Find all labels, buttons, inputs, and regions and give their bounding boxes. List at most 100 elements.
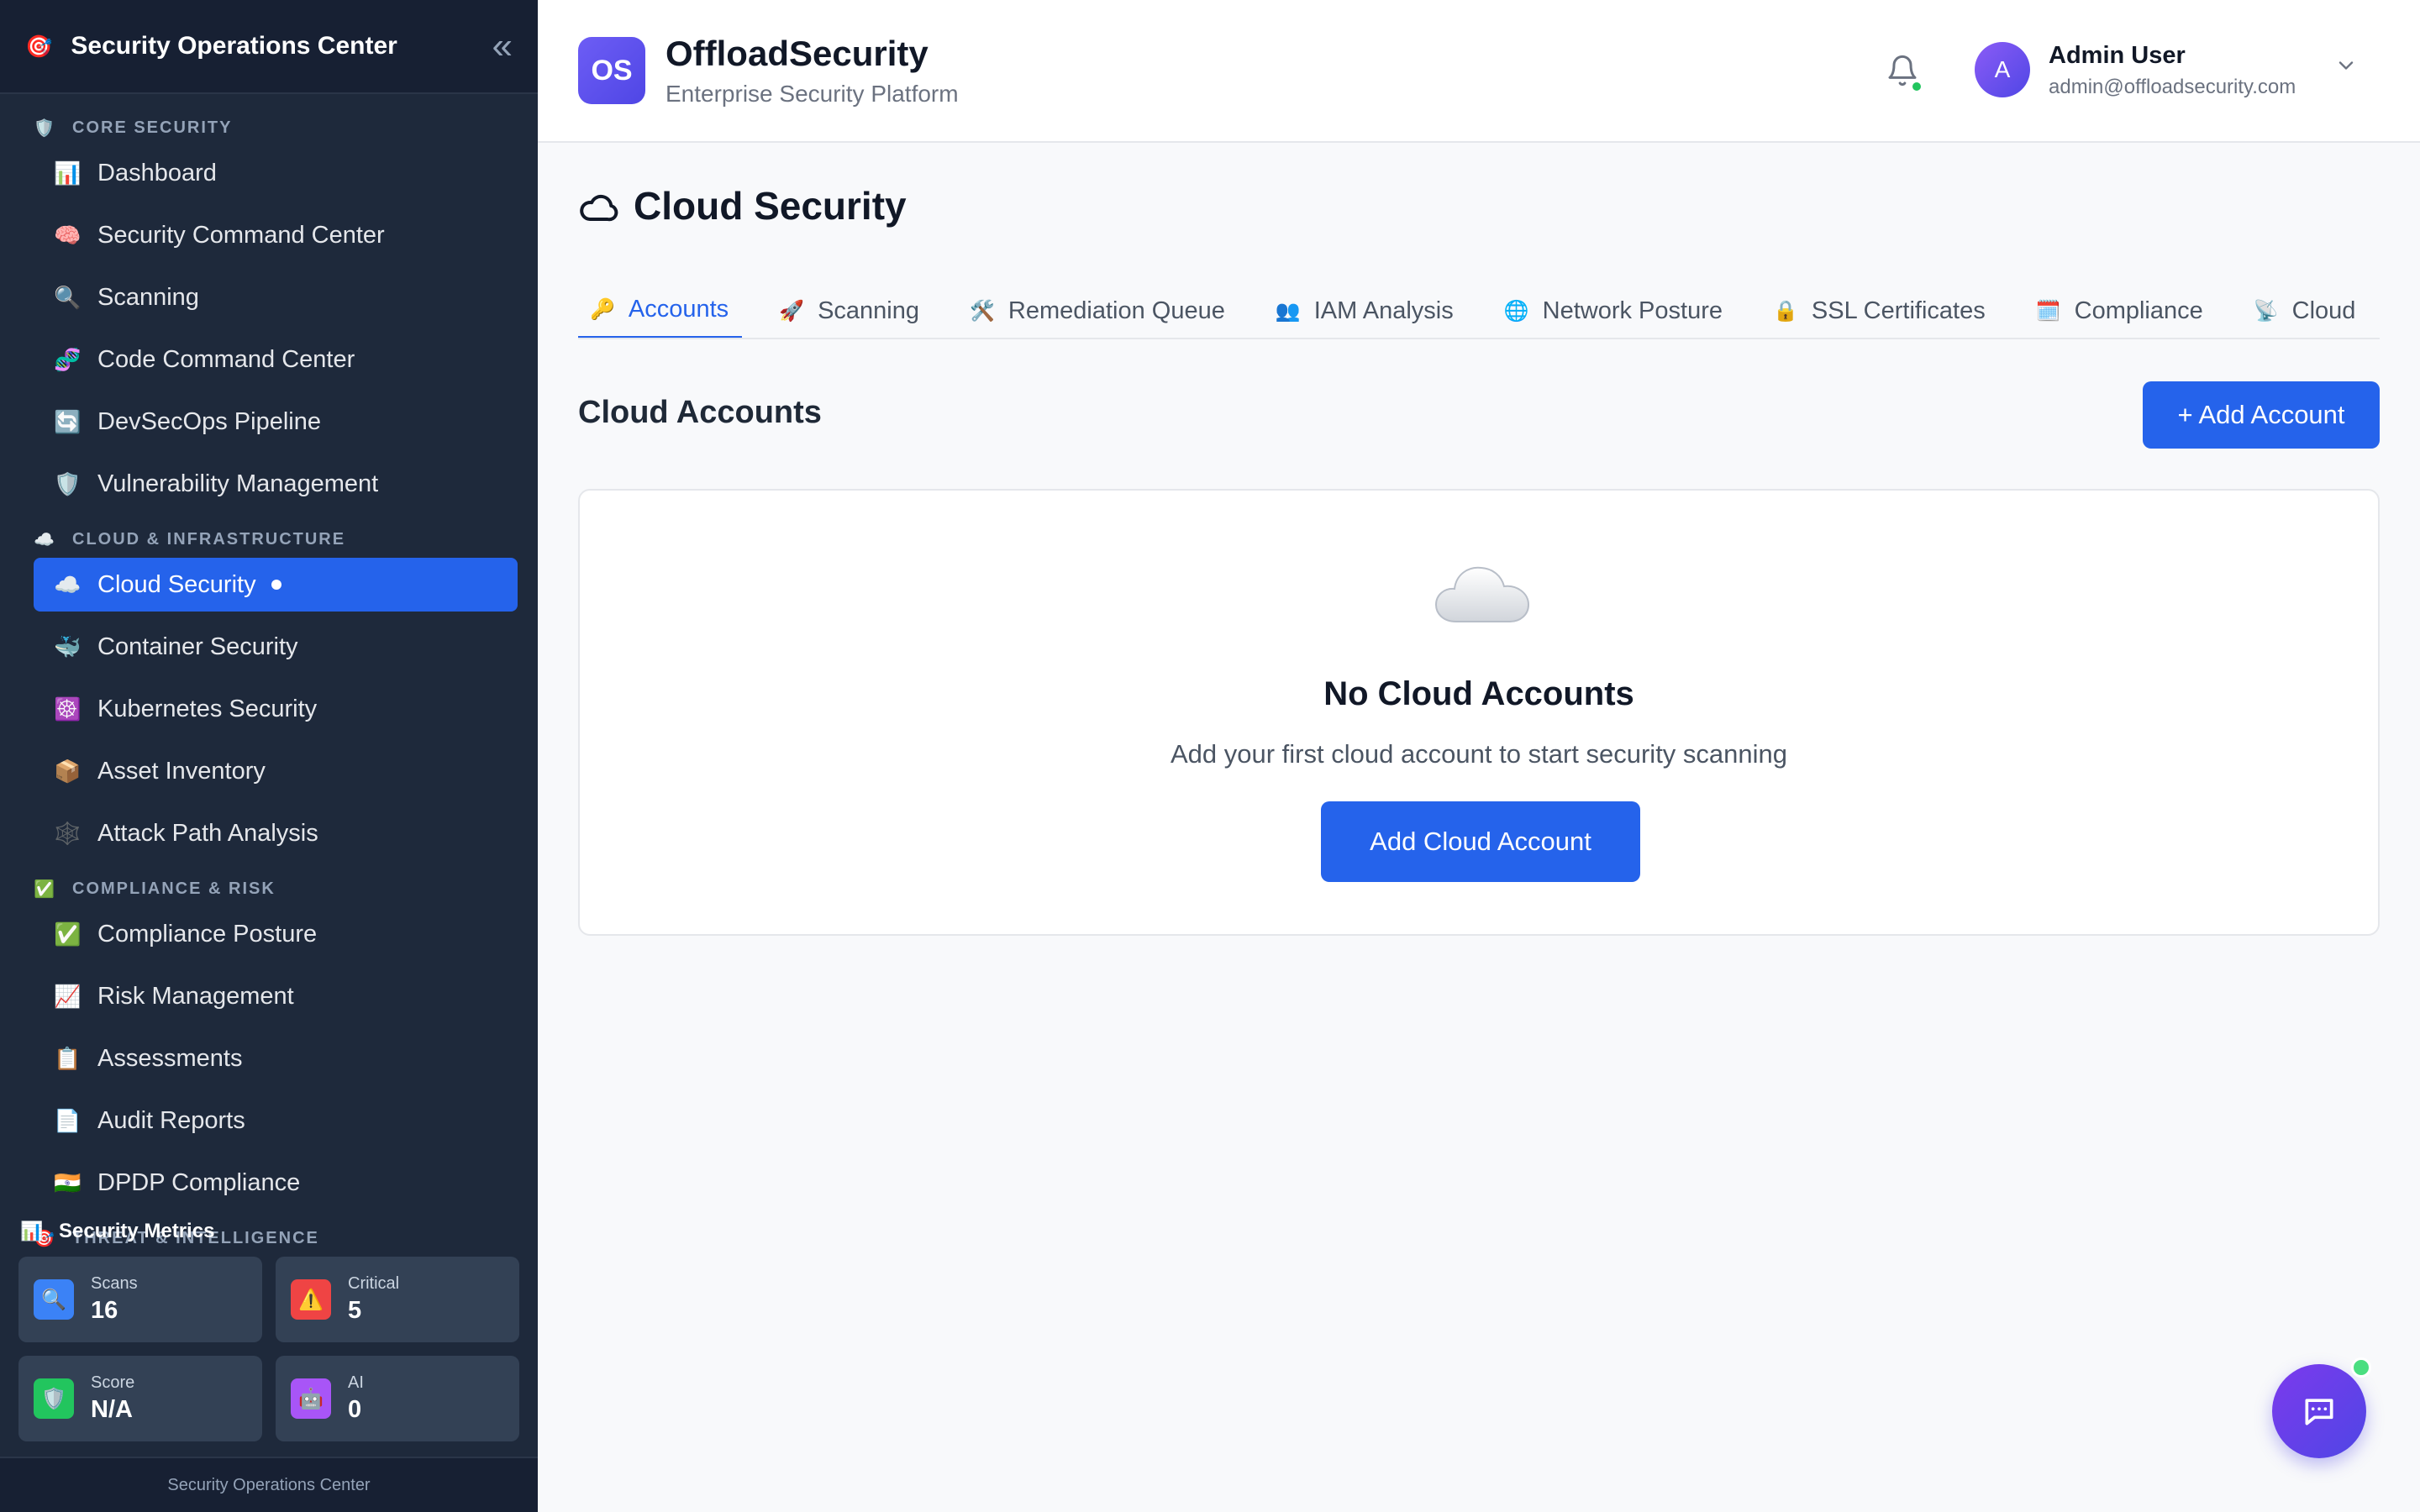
chevron-down-icon[interactable]	[2334, 54, 2358, 84]
add-cloud-account-button[interactable]: Add Cloud Account	[1321, 801, 1640, 882]
tab-icon: 👥	[1275, 299, 1301, 323]
sidebar-item-label: Compliance Posture	[97, 920, 318, 948]
sidebar-item-kubernetes-security[interactable]: ☸️ Kubernetes Security	[34, 682, 518, 736]
empty-state-card: No Cloud Accounts Add your first cloud a…	[578, 489, 2380, 936]
add-account-button[interactable]: + Add Account	[2143, 381, 2380, 449]
assessments-icon: 📋	[54, 1045, 82, 1071]
sidebar-item-cloud-security[interactable]: ☁️ Cloud Security	[34, 558, 518, 612]
sidebar-item-label: Kubernetes Security	[97, 695, 318, 722]
sidebar-item-attack-path-analysis[interactable]: 🕸️ Attack Path Analysis	[34, 806, 518, 860]
code-command-center-icon: 🧬	[54, 346, 82, 372]
tab-icon: 🔒	[1773, 299, 1798, 323]
top-header: OS OffloadSecurity Enterprise Security P…	[538, 0, 2420, 143]
sidebar-item-container-security[interactable]: 🐳 Container Security	[34, 620, 518, 674]
sidebar-item-label: Container Security	[97, 633, 298, 660]
empty-state-subtitle: Add your first cloud account to start se…	[1170, 739, 1788, 769]
metrics-grid: 🔍 Scans 16 ⚠️ Critical 5 🛡️ Score N/A 🤖 …	[18, 1257, 519, 1441]
metric-value: 0	[348, 1396, 362, 1423]
sidebar-item-label: Scanning	[97, 283, 199, 311]
section-header-cloud-and-infrastructure: ☁️ CLOUD & INFRASTRUCTURE	[0, 524, 538, 554]
chat-button[interactable]	[2272, 1364, 2366, 1458]
metric-label: Score	[91, 1373, 135, 1392]
tab-label: Accounts	[628, 295, 729, 323]
compliance-posture-icon: ✅	[54, 921, 82, 947]
metric-label: AI	[348, 1373, 364, 1392]
sidebar-item-dashboard[interactable]: 📊 Dashboard	[34, 146, 518, 200]
collapse-sidebar-icon[interactable]: «	[492, 28, 513, 65]
sidebar: 🎯 Security Operations Center « 🛡️ CORE SE…	[0, 0, 538, 1512]
kubernetes-security-icon: ☸️	[54, 696, 82, 722]
metric-ai[interactable]: 🤖 AI 0	[276, 1356, 519, 1441]
sidebar-item-audit-reports[interactable]: 📄 Audit Reports	[34, 1094, 518, 1147]
tab-label: SSL Certificates	[1811, 297, 1986, 324]
sidebar-item-label: Cloud Security	[97, 570, 256, 598]
page-title: Cloud Security	[634, 184, 907, 228]
sidebar-item-label: Dashboard	[97, 159, 217, 186]
sidebar-item-security-command-center[interactable]: 🧠 Security Command Center	[34, 208, 518, 262]
vulnerability-management-icon: 🛡️	[54, 470, 82, 496]
brand-logo[interactable]: OS	[578, 37, 645, 104]
tab-icon: 🔑	[590, 297, 615, 321]
sidebar-item-devsecops-pipeline[interactable]: 🔄 DevSecOps Pipeline	[34, 395, 518, 449]
chat-online-dot	[2351, 1357, 2371, 1378]
user-name[interactable]: Admin User	[2049, 42, 2186, 70]
cloud-icon	[580, 194, 618, 222]
sidebar-item-label: DevSecOps Pipeline	[97, 407, 321, 435]
tab-bar: 🔑 Accounts 🚀 Scanning 🛠️ Remediation Queue 👥 IA…	[578, 282, 2380, 339]
metric-value: 16	[91, 1297, 118, 1324]
avatar[interactable]: A	[1975, 42, 2030, 97]
sidebar-footer: Security Operations Center	[0, 1457, 538, 1512]
tab-network-posture[interactable]: 🌐 Network Posture	[1492, 282, 1736, 338]
metric-score[interactable]: 🛡️ Score N/A	[18, 1356, 262, 1441]
tab-cloud[interactable]: 📡 Cloud	[2242, 282, 2370, 338]
tab-icon: 📡	[2253, 299, 2279, 323]
metric-critical[interactable]: ⚠️ Critical 5	[276, 1257, 519, 1342]
user-email: admin@offloadsecurity.com	[2049, 76, 2296, 98]
section-header-compliance-and-risk: ✅ COMPLIANCE & RISK	[0, 874, 538, 904]
tab-label: Compliance	[2074, 297, 2203, 324]
scanning-icon: 🔍	[54, 284, 82, 310]
sidebar-item-compliance-posture[interactable]: ✅ Compliance Posture	[34, 907, 518, 961]
active-indicator-dot	[271, 580, 281, 590]
sidebar-item-vulnerability-management[interactable]: 🛡️ Vulnerability Management	[34, 457, 518, 511]
sidebar-title: Security Operations Center	[71, 32, 397, 60]
sidebar-item-assessments[interactable]: 📋 Assessments	[34, 1032, 518, 1085]
dpdp-compliance-icon: 🇮🇳	[54, 1169, 82, 1195]
notifications-bell-icon[interactable]	[1886, 52, 1923, 92]
tab-iam-analysis[interactable]: 👥 IAM Analysis	[1264, 282, 1467, 338]
sidebar-item-label: Code Command Center	[97, 345, 355, 373]
section-icon: ✅	[34, 879, 56, 899]
sidebar-item-scanning[interactable]: 🔍 Scanning	[34, 270, 518, 324]
tab-scanning[interactable]: 🚀 Scanning	[767, 282, 933, 338]
tab-remediation-queue[interactable]: 🛠️ Remediation Queue	[958, 282, 1239, 338]
sidebar-item-asset-inventory[interactable]: 📦 Asset Inventory	[34, 744, 518, 798]
tab-icon: 🌐	[1503, 299, 1529, 323]
metric-label: Scans	[91, 1274, 138, 1293]
security-metrics-label: Security Metrics	[59, 1220, 215, 1242]
tab-label: IAM Analysis	[1313, 297, 1454, 324]
tab-ssl-certificates[interactable]: 🔒 SSL Certificates	[1761, 282, 1999, 338]
tab-compliance[interactable]: 🗓️ Compliance	[2024, 282, 2217, 338]
brand-name: OffloadSecurity	[666, 34, 929, 73]
sidebar-item-risk-management[interactable]: 📈 Risk Management	[34, 969, 518, 1023]
tab-label: Remediation Queue	[1007, 297, 1225, 324]
section-icon: ☁️	[34, 530, 56, 549]
sidebar-item-label: Asset Inventory	[97, 757, 266, 785]
search-icon: 🔍	[34, 1279, 74, 1320]
sidebar-item-dpdp-compliance[interactable]: 🇮🇳 DPDP Compliance	[34, 1156, 518, 1210]
security-command-center-icon: 🧠	[54, 222, 82, 248]
sidebar-item-label: Attack Path Analysis	[97, 819, 318, 847]
page-title-row: Cloud Security	[578, 183, 907, 228]
cloud-security-icon: ☁️	[54, 571, 82, 597]
warning-icon: ⚠️	[291, 1279, 331, 1320]
sidebar-item-label: DPDP Compliance	[97, 1168, 301, 1196]
metric-scans[interactable]: 🔍 Scans 16	[18, 1257, 262, 1342]
cloud-icon	[1434, 566, 1530, 622]
attack-path-analysis-icon: 🕸️	[54, 820, 82, 846]
audit-reports-icon: 📄	[54, 1107, 82, 1133]
section-label: CLOUD & INFRASTRUCTURE	[72, 529, 346, 549]
sidebar-item-code-command-center[interactable]: 🧬 Code Command Center	[34, 333, 518, 386]
sidebar-item-label: Vulnerability Management	[97, 470, 379, 497]
tab-accounts[interactable]: 🔑 Accounts	[578, 282, 743, 338]
tab-icon: 🚀	[779, 299, 805, 323]
